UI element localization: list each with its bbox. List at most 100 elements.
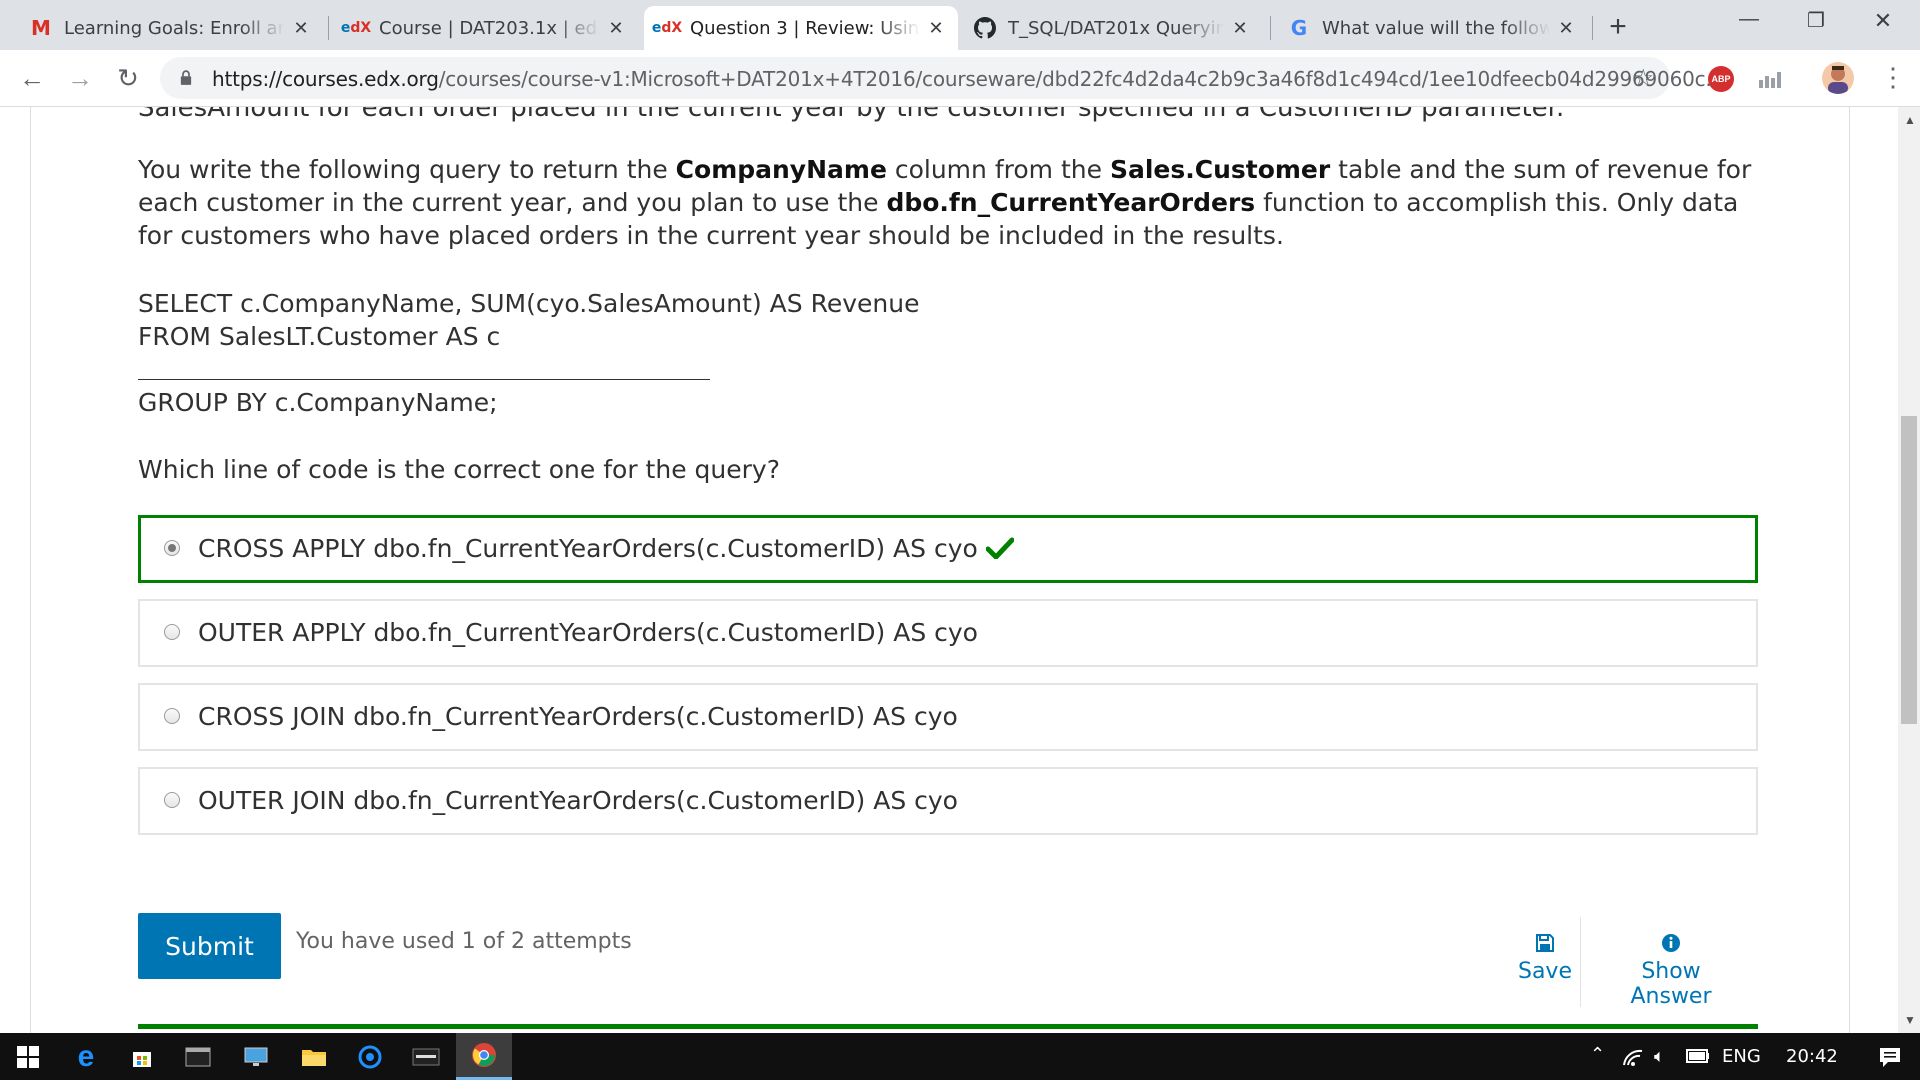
refresh-c-icon bbox=[358, 1045, 382, 1068]
volume-icon[interactable]: 🔈︎ bbox=[1654, 1046, 1665, 1067]
start-button[interactable] bbox=[0, 1033, 56, 1080]
choice-label: OUTER JOIN dbo.fn_CurrentYearOrders(c.Cu… bbox=[198, 786, 958, 815]
new-tab-button[interactable]: + bbox=[1600, 10, 1636, 44]
show-answer-button[interactable]: Show Answer bbox=[1598, 933, 1744, 1009]
remote-desktop-app[interactable] bbox=[228, 1033, 284, 1080]
chrome-icon bbox=[472, 1043, 496, 1067]
chrome-app[interactable] bbox=[456, 1033, 512, 1080]
close-window-button[interactable]: ✕ bbox=[1860, 8, 1906, 38]
question-paragraph: You write the following query to return … bbox=[138, 155, 1752, 250]
tab-edx-question[interactable]: edX Question 3 | Review: Using S ✕ bbox=[644, 6, 958, 50]
folder-icon bbox=[302, 1049, 326, 1066]
url-path: /courses/course-v1:Microsoft+DAT201x+4T2… bbox=[438, 67, 1724, 91]
reload-button[interactable]: ↻ bbox=[112, 62, 144, 94]
url-text: https://courses.edx.org/courses/course-v… bbox=[212, 67, 1724, 91]
scrollbar-thumb[interactable] bbox=[1901, 416, 1917, 724]
restore-button[interactable]: ❐ bbox=[1793, 8, 1839, 38]
monitor-icon bbox=[244, 1047, 268, 1066]
terminal-icon bbox=[185, 1047, 211, 1066]
scroll-down-arrow[interactable]: ▼ bbox=[1904, 1013, 1916, 1027]
browser-toolbar: ← → ↻ https://courses.edx.org/courses/co… bbox=[0, 50, 1920, 107]
save-icon bbox=[1536, 934, 1554, 952]
question-prompt: Which line of code is the correct one fo… bbox=[138, 455, 780, 484]
profile-avatar[interactable] bbox=[1822, 62, 1854, 94]
show-answer-label: Show Answer bbox=[1630, 959, 1712, 1009]
code-line-select: SELECT c.CompanyName, SUM(cyo.SalesAmoun… bbox=[138, 289, 920, 318]
edx-icon: e dX bbox=[651, 20, 683, 36]
tab-title: Question 3 | Review: Using S bbox=[690, 17, 920, 39]
lock-icon bbox=[180, 70, 192, 85]
answer-choice-outer-apply[interactable]: OUTER APPLY dbo.fn_CurrentYearOrders(c.C… bbox=[138, 599, 1758, 667]
save-label: Save bbox=[1517, 959, 1572, 984]
close-icon[interactable]: ✕ bbox=[291, 18, 311, 39]
save-button[interactable]: Save bbox=[1505, 933, 1585, 984]
file-explorer-app[interactable] bbox=[286, 1033, 342, 1080]
url-host: https://courses.edx.org bbox=[212, 67, 439, 91]
windows-taskbar: e ⌃ 🔈︎ ENG 20:42 bbox=[0, 1033, 1920, 1080]
bold-term: Sales.Customer bbox=[1109, 155, 1331, 184]
choice-label: CROSS JOIN dbo.fn_CurrentYearOrders(c.Cu… bbox=[198, 702, 958, 731]
cortana-app[interactable] bbox=[342, 1033, 398, 1080]
store-icon bbox=[133, 1051, 151, 1067]
vertical-scrollbar[interactable]: ▲ ▼ bbox=[1898, 107, 1920, 1033]
answer-choice-outer-join[interactable]: OUTER JOIN dbo.fn_CurrentYearOrders(c.Cu… bbox=[138, 767, 1758, 835]
attempts-text: You have used 1 of 2 attempts bbox=[296, 929, 632, 954]
forward-button[interactable]: → bbox=[64, 62, 96, 94]
language-indicator[interactable]: ENG bbox=[1722, 1046, 1761, 1067]
radio-button[interactable] bbox=[164, 708, 180, 724]
close-icon[interactable]: ✕ bbox=[926, 18, 946, 39]
bold-term: dbo.fn_CurrentYearOrders bbox=[886, 188, 1256, 217]
battery-icon[interactable] bbox=[1686, 1049, 1710, 1063]
partially-visible-text: SalesAmount for each order placed in the… bbox=[138, 107, 1565, 123]
page-viewport: SalesAmount for each order placed in the… bbox=[0, 107, 1898, 1033]
radio-button[interactable] bbox=[164, 792, 180, 808]
browser-menu-icon[interactable]: ⋮ bbox=[1880, 62, 1906, 93]
github-icon bbox=[974, 17, 996, 39]
choice-label: OUTER APPLY dbo.fn_CurrentYearOrders(c.C… bbox=[198, 618, 978, 647]
bookmark-star-icon[interactable]: ☆ bbox=[1632, 64, 1654, 93]
tab-strip: M Learning Goals: Enroll and c ✕ edX Cou… bbox=[0, 0, 1920, 50]
wifi-icon[interactable] bbox=[1622, 1047, 1644, 1067]
radio-button[interactable] bbox=[164, 540, 180, 556]
tab-title: T_SQL/DAT201x Querying w bbox=[1008, 17, 1224, 39]
radio-button[interactable] bbox=[164, 624, 180, 640]
tab-separator bbox=[328, 16, 329, 40]
answer-choice-cross-apply[interactable]: CROSS APPLY dbo.fn_CurrentYearOrders(c.C… bbox=[138, 515, 1758, 583]
edge-app[interactable]: e bbox=[58, 1033, 114, 1080]
adblock-plus-icon[interactable]: ABP bbox=[1708, 66, 1734, 92]
close-icon[interactable]: ✕ bbox=[1230, 18, 1250, 39]
status-bar bbox=[138, 1024, 1758, 1029]
tab-separator bbox=[1592, 16, 1593, 40]
tab-title: Learning Goals: Enroll and c bbox=[64, 17, 285, 39]
windows-icon bbox=[17, 1045, 39, 1068]
code-line-groupby: GROUP BY c.CompanyName; bbox=[138, 388, 498, 417]
clock[interactable]: 20:42 bbox=[1786, 1046, 1838, 1067]
tab-edx-course[interactable]: e dX Course | DAT203.1x | edX ✕ bbox=[333, 6, 638, 50]
address-bar[interactable]: https://courses.edx.org/courses/course-v… bbox=[160, 57, 1724, 99]
tab-title: Course | DAT203.1x | edX bbox=[379, 17, 600, 39]
info-icon bbox=[1662, 934, 1680, 952]
code-line-from: FROM SalesLT.Customer AS c bbox=[138, 322, 501, 351]
tab-title: What value will the followin bbox=[1322, 17, 1550, 39]
minimize-button[interactable]: — bbox=[1726, 8, 1772, 38]
store-app[interactable] bbox=[114, 1033, 170, 1080]
edge-icon: e bbox=[77, 1039, 95, 1073]
notifications-icon[interactable] bbox=[1878, 1046, 1902, 1068]
gmail-icon: M bbox=[31, 16, 51, 40]
chevron-up-icon[interactable]: ⌃ bbox=[1590, 1044, 1605, 1065]
google-icon: G bbox=[1290, 16, 1308, 40]
tab-gmail[interactable]: M Learning Goals: Enroll and c ✕ bbox=[18, 6, 323, 50]
close-icon[interactable]: ✕ bbox=[606, 18, 626, 39]
close-icon[interactable]: ✕ bbox=[1556, 18, 1576, 39]
system-tray: ⌃ 🔈︎ ENG 20:42 bbox=[1590, 1033, 1920, 1080]
extension-icon[interactable] bbox=[1757, 68, 1785, 90]
tab-google[interactable]: G What value will the followin ✕ bbox=[1276, 6, 1588, 50]
mysql-app[interactable] bbox=[398, 1033, 454, 1080]
scroll-up-arrow[interactable]: ▲ bbox=[1904, 113, 1916, 127]
submit-button[interactable]: Submit bbox=[138, 913, 281, 979]
terminal-app[interactable] bbox=[170, 1033, 226, 1080]
tab-github[interactable]: T_SQL/DAT201x Querying w ✕ bbox=[962, 6, 1262, 50]
answer-choice-cross-join[interactable]: CROSS JOIN dbo.fn_CurrentYearOrders(c.Cu… bbox=[138, 683, 1758, 751]
back-button[interactable]: ← bbox=[16, 62, 48, 94]
mysql-icon bbox=[412, 1048, 440, 1065]
